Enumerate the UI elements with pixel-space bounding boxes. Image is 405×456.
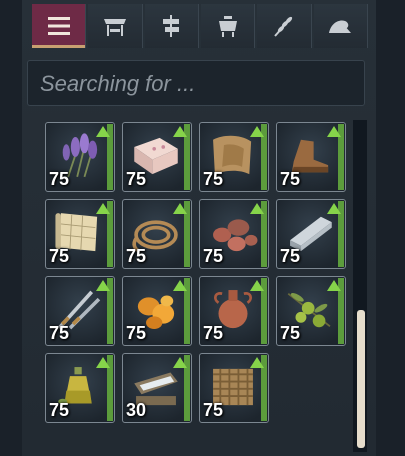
- scrollbar-thumb[interactable]: [357, 310, 365, 448]
- upgrade-arrow-icon: [327, 280, 341, 291]
- tab-all[interactable]: [32, 4, 87, 48]
- tab-signpost[interactable]: [144, 4, 199, 48]
- upgrade-arrow-icon: [96, 126, 110, 137]
- item-grid: 75 75 75 75 75 75 75 75 75 75 75 75 75 30 75: [45, 122, 350, 452]
- item-slot-swords[interactable]: 75: [45, 276, 115, 346]
- item-slot-olive-oil[interactable]: 75: [45, 353, 115, 423]
- upgrade-arrow-icon: [173, 357, 187, 368]
- wheat-icon: [274, 16, 293, 37]
- category-tabbar: [32, 4, 370, 48]
- item-slot-ore[interactable]: 75: [199, 199, 269, 269]
- tab-market[interactable]: [88, 4, 143, 48]
- tab-farming[interactable]: [257, 4, 312, 48]
- item-quantity: 75: [280, 246, 301, 266]
- item-quantity: 75: [203, 400, 224, 420]
- item-quantity: 75: [126, 169, 147, 189]
- search-input[interactable]: Searching for ...: [27, 60, 365, 106]
- upgrade-arrow-icon: [173, 280, 187, 291]
- item-quantity: 75: [49, 169, 70, 189]
- item-slot-soap[interactable]: 75: [122, 122, 192, 192]
- upgrade-arrow-icon: [173, 203, 187, 214]
- item-quantity: 75: [203, 323, 224, 343]
- menu-lines-icon: [47, 17, 70, 35]
- search-placeholder: Searching for ...: [40, 71, 196, 96]
- item-quantity: 75: [49, 246, 70, 266]
- item-slot-parchment[interactable]: 75: [45, 199, 115, 269]
- signpost-icon: [163, 15, 180, 37]
- upgrade-arrow-icon: [96, 357, 110, 368]
- tab-cooking[interactable]: [200, 4, 256, 48]
- upgrade-arrow-icon: [250, 357, 264, 368]
- upgrade-arrow-icon: [327, 203, 341, 214]
- item-quantity: 30: [126, 400, 147, 420]
- item-slot-wicker[interactable]: 75: [199, 353, 269, 423]
- item-quantity: 75: [49, 400, 70, 420]
- item-slot-amber[interactable]: 75: [122, 276, 192, 346]
- item-slot-iron-ingot[interactable]: 75: [276, 199, 346, 269]
- item-quantity: 75: [203, 246, 224, 266]
- market-stall-icon: [103, 19, 126, 36]
- item-slot-amphora[interactable]: 75: [199, 276, 269, 346]
- upgrade-arrow-icon: [250, 126, 264, 137]
- item-slot-leather[interactable]: 75: [199, 122, 269, 192]
- item-quantity: 75: [203, 169, 224, 189]
- upgrade-arrow-icon: [173, 126, 187, 137]
- item-slot-lavender[interactable]: 75: [45, 122, 115, 192]
- item-slot-olives[interactable]: 75: [276, 276, 346, 346]
- upgrade-arrow-icon: [250, 203, 264, 214]
- upgrade-arrow-icon: [250, 280, 264, 291]
- upgrade-arrow-icon: [96, 280, 110, 291]
- item-quantity: 75: [280, 323, 301, 343]
- upgrade-arrow-icon: [327, 126, 341, 137]
- item-slot-boots[interactable]: 75: [276, 122, 346, 192]
- upgrade-arrow-icon: [96, 203, 110, 214]
- item-quantity: 75: [126, 246, 147, 266]
- tab-water[interactable]: [313, 4, 368, 48]
- item-quantity: 75: [126, 323, 147, 343]
- wave-icon: [329, 20, 352, 33]
- item-slot-salt[interactable]: 30: [122, 353, 192, 423]
- item-quantity: 75: [49, 323, 70, 343]
- item-slot-rope[interactable]: 75: [122, 199, 192, 269]
- item-quantity: 75: [280, 169, 301, 189]
- cooking-pot-icon: [218, 16, 237, 37]
